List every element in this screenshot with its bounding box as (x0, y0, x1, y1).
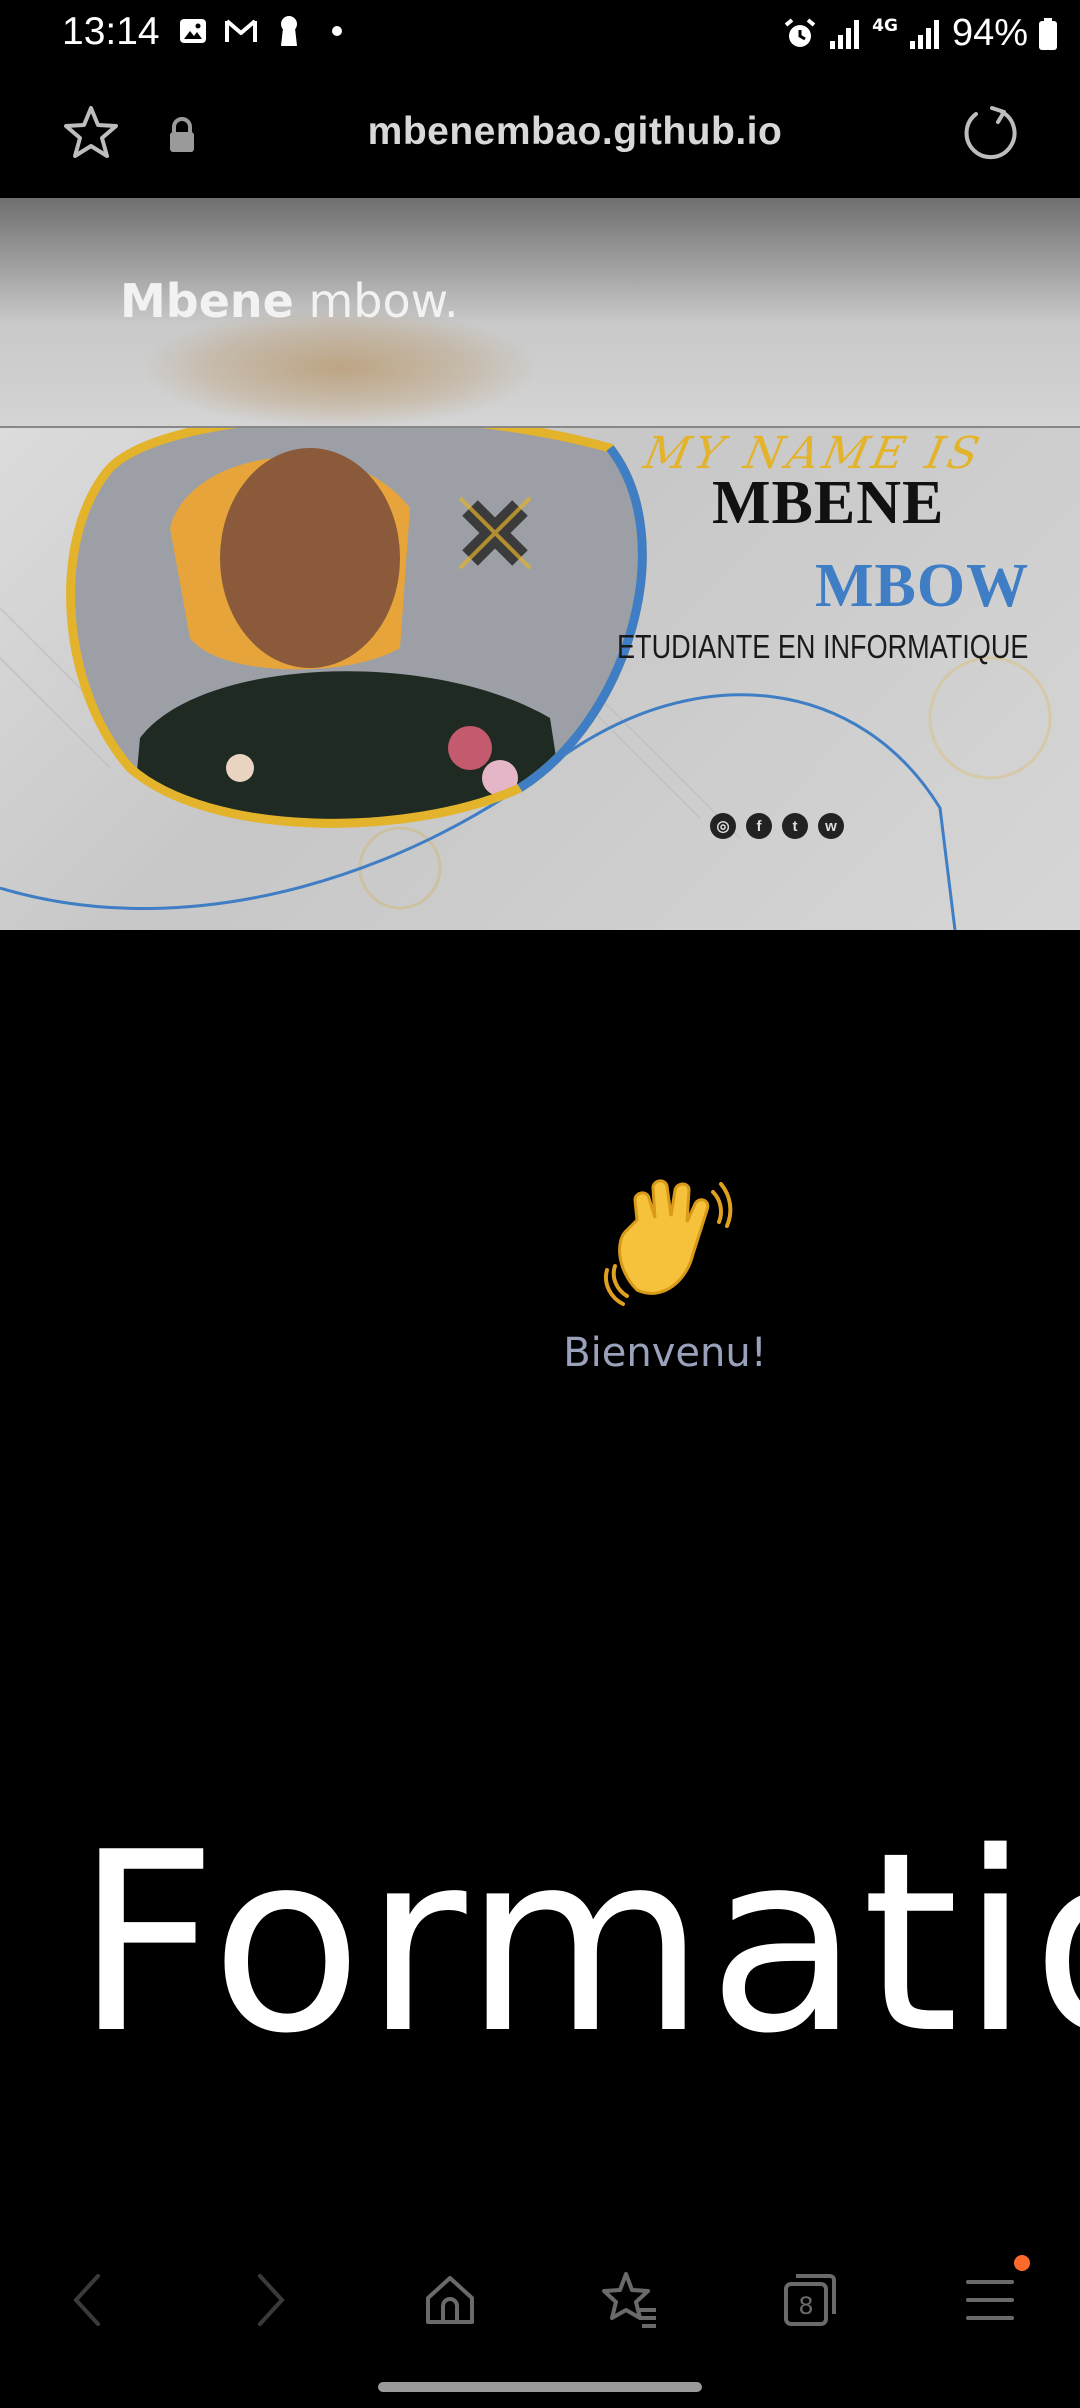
menu-icon (966, 2280, 1014, 2320)
banner-social-icons: ◎ f t w (710, 813, 844, 839)
keyhole-icon (272, 14, 306, 48)
chevron-left-icon (73, 2274, 100, 2326)
back-button[interactable] (52, 2264, 124, 2336)
bookmarks-button[interactable] (594, 2264, 666, 2336)
status-bar: 13:14 4G 94% (0, 0, 1080, 72)
home-icon (426, 2276, 474, 2324)
browser-address-bar: mbenembao.github.io (0, 72, 1080, 198)
facebook-icon: f (746, 813, 772, 839)
brand-last: mbow. (293, 274, 459, 328)
gmail-icon (224, 14, 258, 48)
chevron-right-icon (258, 2274, 285, 2326)
brand-first: Mbene (120, 274, 294, 328)
instagram-icon: ◎ (710, 813, 736, 839)
alarm-icon (784, 17, 816, 47)
home-button[interactable] (414, 2264, 486, 2336)
reload-icon (964, 106, 1017, 160)
network-type-label: 4G (872, 15, 898, 36)
battery-percent: 94% (951, 12, 1028, 54)
battery-icon (1039, 17, 1057, 50)
profile-photo (66, 428, 647, 828)
hero-banner: MY NAME IS MBENE MBOW ETUDIANTE EN INFOR… (0, 428, 1080, 930)
status-left-icons (176, 14, 354, 48)
menu-button[interactable] (954, 2264, 1026, 2336)
forward-button[interactable] (234, 2264, 306, 2336)
section-heading: Formatio (75, 1800, 1080, 2088)
4g-signal-icon (909, 19, 939, 49)
dot-icon (320, 14, 354, 48)
reload-button[interactable] (958, 102, 1020, 164)
browser-bottom-nav: 8 (0, 2248, 1080, 2352)
waving-hand-icon (604, 1179, 733, 1306)
whatsapp-icon: w (818, 813, 844, 839)
signal-icon (830, 19, 860, 49)
tabs-count: 8 (798, 2292, 813, 2320)
site-brand[interactable]: Mbene mbow. (120, 274, 459, 328)
site-header: Mbene mbow. (0, 198, 1080, 428)
banner-last-name: MBOW (815, 552, 1030, 620)
banner-first-name: MBENE (712, 469, 945, 537)
status-time: 13:14 (62, 10, 160, 53)
status-right-icons: 4G 94% (782, 12, 1058, 55)
twitter-icon: t (782, 813, 808, 839)
banner-subtitle: ETUDIANTE EN INFORMATIQUE (617, 628, 1029, 665)
tabs-icon: 8 (784, 2274, 836, 2326)
tabs-button[interactable]: 8 (774, 2264, 846, 2336)
bookmarks-star-icon (602, 2272, 656, 2328)
url-field[interactable]: mbenembao.github.io (0, 110, 1080, 154)
menu-notification-dot (1014, 2255, 1030, 2271)
image-icon (176, 14, 210, 48)
gesture-home-indicator[interactable] (378, 2382, 702, 2392)
welcome-text: Bienvenu! (563, 1330, 767, 1376)
